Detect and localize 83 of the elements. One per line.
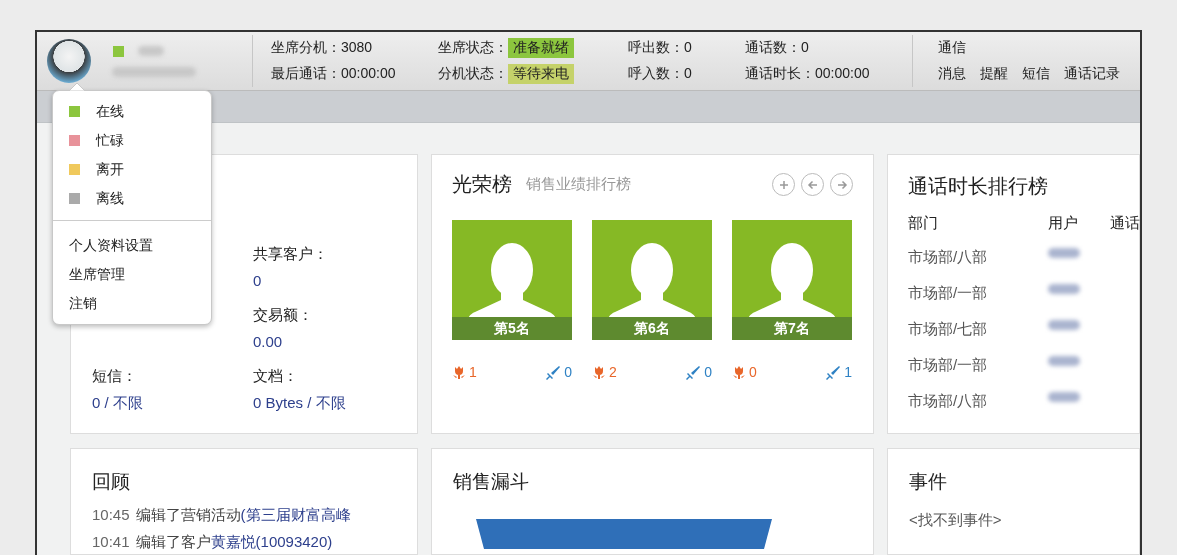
stat-text: 坐席分机：3080 — [271, 39, 373, 57]
profile-tile[interactable]: 第6名 — [592, 220, 712, 340]
status-option[interactable]: 在线 — [53, 97, 211, 126]
column-header: 用户 — [1048, 214, 1079, 233]
empty-message: <找不到事件> — [909, 511, 1003, 530]
status-label: 坐席状态： — [438, 39, 508, 57]
card-subtitle: 销售业绩排行榜 — [526, 175, 631, 194]
column-header: 部门 — [908, 214, 939, 233]
blurred-text — [1048, 248, 1080, 258]
comms-link[interactable]: 短信 — [1022, 65, 1050, 83]
status-label: 离开 — [96, 160, 124, 179]
entry-time: 10:41 — [92, 533, 130, 550]
status-label: 分机状态： — [438, 65, 508, 83]
status-label: 在线 — [96, 102, 124, 121]
comms-title: 通信 — [938, 39, 967, 57]
table-cell-text: 市场部/八部 — [908, 391, 989, 411]
status-option[interactable]: 离开 — [53, 155, 211, 184]
flower-icon — [732, 365, 746, 379]
column-header: 通话 — [1110, 214, 1140, 233]
blurred-text — [1048, 356, 1080, 366]
menu-item[interactable]: 坐席管理 — [53, 260, 211, 289]
sword-icon — [546, 364, 562, 380]
rank-label: 第7名 — [732, 317, 852, 340]
blurred-text — [1048, 392, 1080, 402]
status-option[interactable]: 离线 — [53, 184, 211, 213]
card-title: 通话时长排行榜 — [908, 174, 1049, 199]
rank-label: 第6名 — [592, 317, 712, 340]
menu-item[interactable]: 注销 — [53, 289, 211, 318]
flower-count: 0 — [749, 364, 757, 380]
sword-icon — [686, 364, 702, 380]
entry-text: 编辑了营销活动 — [135, 506, 241, 523]
blurred-text — [1048, 320, 1080, 330]
profile-tile[interactable]: 第5名 — [452, 220, 572, 340]
field-label: 短信： — [92, 367, 138, 386]
field-label: 交易额： — [253, 306, 314, 325]
add-button[interactable] — [772, 173, 795, 196]
previous-button[interactable] — [801, 173, 824, 196]
comms-link[interactable]: 通话记录 — [1064, 65, 1120, 83]
stat-text: 通话数：0 — [745, 39, 809, 57]
avatar[interactable] — [47, 39, 91, 83]
entry-link[interactable]: 黄嘉悦(10093420) — [210, 533, 333, 550]
field-value: 0 Bytes / 不限 — [253, 394, 346, 413]
next-button[interactable] — [830, 173, 853, 196]
vote-count: 0 — [704, 364, 712, 380]
rank-label: 第5名 — [452, 317, 572, 340]
stat-text: 通话时长：00:00:00 — [745, 65, 870, 83]
stat-text: 呼出数：0 — [628, 39, 692, 57]
card-title: 销售漏斗 — [453, 470, 530, 494]
table-cell-text: 市场部/一部 — [908, 355, 989, 375]
field-label: 文档： — [253, 367, 299, 386]
sword-icon — [826, 364, 842, 380]
stat-text: 最后通话：00:00:00 — [271, 65, 396, 83]
comms-link[interactable]: 提醒 — [980, 65, 1008, 83]
field-value: 0.00 — [253, 333, 284, 350]
status-badge: 准备就绪 — [508, 38, 574, 58]
menu-item[interactable]: 个人资料设置 — [53, 231, 211, 260]
blurred-name — [138, 46, 164, 56]
status-option[interactable]: 忙碌 — [53, 126, 211, 155]
comms-link[interactable]: 消息 — [938, 65, 966, 83]
field-label: 共享客户： — [253, 245, 329, 264]
blurred-text — [1048, 284, 1080, 294]
entry-text: 编辑了客户 — [135, 533, 211, 550]
profile-tile[interactable]: 第7名 — [732, 220, 852, 340]
field-value: 0 — [253, 272, 263, 289]
vote-count: 0 — [564, 364, 572, 380]
status-label: 离线 — [96, 189, 124, 208]
stat-text: 呼入数：0 — [628, 65, 692, 83]
flower-icon — [592, 365, 606, 379]
card-title: 光荣榜 — [452, 172, 512, 197]
field-value: 0 / 不限 — [92, 394, 144, 413]
flower-count: 2 — [609, 364, 617, 380]
table-cell-text: 市场部/一部 — [908, 283, 989, 303]
table-cell-text: 市场部/七部 — [908, 319, 989, 339]
vote-count: 1 — [844, 364, 852, 380]
entry-time: 10:45 — [92, 506, 130, 523]
flower-count: 1 — [469, 364, 477, 380]
status-label: 忙碌 — [96, 131, 124, 150]
status-badge: 等待来电 — [508, 64, 574, 84]
card-title: 事件 — [909, 470, 948, 494]
card-title: 回顾 — [92, 470, 131, 494]
entry-link[interactable]: (第三届财富高峰 — [240, 506, 351, 523]
table-cell-text: 市场部/八部 — [908, 247, 989, 267]
flower-icon — [452, 365, 466, 379]
